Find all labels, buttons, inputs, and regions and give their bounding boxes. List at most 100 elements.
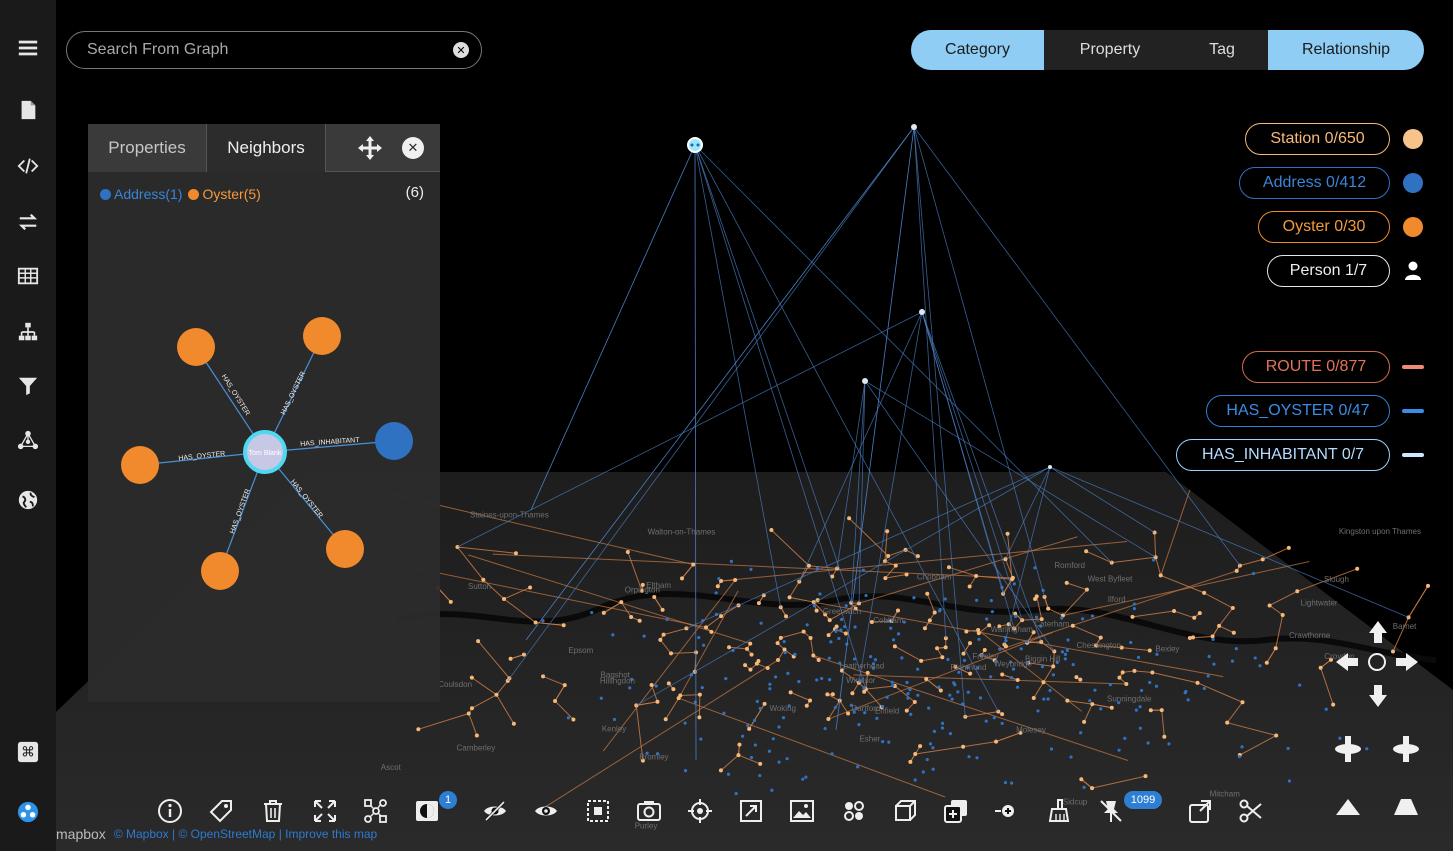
command-icon[interactable]: ⌘ [12, 736, 44, 768]
station-point[interactable] [816, 657, 821, 662]
address-point[interactable] [916, 693, 920, 697]
station-point[interactable] [469, 706, 474, 711]
cube-icon[interactable] [890, 796, 920, 826]
station-point[interactable] [893, 563, 898, 568]
address-point[interactable] [781, 716, 786, 720]
station-point[interactable] [756, 601, 761, 606]
address-point[interactable] [1066, 638, 1070, 642]
address-point[interactable] [759, 621, 763, 625]
address-point[interactable] [1117, 748, 1121, 752]
station-point[interactable] [968, 641, 973, 646]
address-point[interactable] [1042, 697, 1046, 701]
station-point[interactable] [601, 610, 606, 615]
station-point[interactable] [727, 645, 732, 650]
station-point[interactable] [655, 699, 660, 704]
station-point[interactable] [748, 641, 753, 646]
station-point[interactable] [1225, 720, 1230, 725]
info-icon[interactable] [155, 796, 185, 826]
oyster-node[interactable] [121, 446, 159, 484]
station-point[interactable] [1159, 708, 1164, 713]
address-point[interactable] [793, 652, 797, 656]
address-point[interactable] [868, 655, 873, 659]
station-point[interactable] [904, 708, 909, 713]
address-point[interactable] [1034, 615, 1039, 619]
station-point[interactable] [494, 692, 499, 697]
station-point[interactable] [736, 753, 741, 758]
address-point[interactable] [900, 656, 904, 660]
rotate-right-icon[interactable] [1393, 736, 1419, 762]
address-point[interactable] [758, 706, 762, 711]
station-point[interactable] [1217, 623, 1222, 628]
address-point[interactable] [896, 632, 901, 636]
tab-relationship[interactable]: Relationship [1268, 30, 1424, 70]
address-point[interactable] [1090, 614, 1095, 618]
station-point[interactable] [943, 645, 948, 650]
station-point[interactable] [474, 733, 479, 738]
station-point[interactable] [1172, 608, 1177, 613]
address-point[interactable] [864, 593, 868, 598]
address-point[interactable] [975, 756, 979, 760]
station-point[interactable] [513, 551, 518, 556]
station-point[interactable] [1231, 630, 1236, 635]
address-point[interactable] [724, 677, 728, 681]
address-point[interactable] [1258, 664, 1262, 668]
station-point[interactable] [561, 623, 566, 628]
address-point[interactable] [962, 658, 967, 663]
station-point[interactable] [691, 562, 696, 567]
address-point[interactable] [948, 732, 952, 736]
address-point[interactable] [697, 635, 701, 640]
station-point[interactable] [912, 699, 917, 704]
pan-up-icon[interactable] [1369, 621, 1387, 643]
station-point[interactable] [1158, 573, 1163, 578]
station-point[interactable] [1202, 590, 1207, 595]
station-point[interactable] [892, 644, 897, 649]
station-point[interactable] [784, 614, 789, 619]
address-point[interactable] [566, 716, 571, 720]
address-point[interactable] [839, 628, 843, 632]
station-point[interactable] [808, 698, 813, 703]
station-point[interactable] [1260, 557, 1265, 562]
station-point[interactable] [1117, 675, 1122, 680]
station-point[interactable] [895, 608, 900, 613]
station-point[interactable] [1005, 531, 1010, 536]
station-point[interactable] [1286, 545, 1291, 550]
summary-address[interactable]: Address(1) [100, 186, 182, 202]
address-point[interactable] [612, 717, 617, 722]
address-point[interactable] [913, 778, 917, 782]
layers-icon[interactable] [941, 796, 971, 826]
address-point[interactable] [786, 671, 790, 675]
address-point[interactable] [967, 755, 971, 759]
station-point[interactable] [758, 761, 763, 766]
pan-right-icon[interactable] [1396, 653, 1418, 671]
station-point[interactable] [744, 646, 749, 651]
oyster-node[interactable] [326, 530, 364, 568]
address-point[interactable] [628, 686, 632, 690]
address-point[interactable] [853, 625, 857, 629]
station-point[interactable] [562, 683, 567, 688]
table-icon[interactable] [12, 260, 44, 292]
summary-oyster[interactable]: Oyster(5) [188, 186, 261, 202]
address-point[interactable] [932, 729, 937, 733]
hierarchy-icon[interactable] [12, 316, 44, 348]
address-point[interactable] [906, 696, 910, 700]
station-point[interactable] [669, 651, 674, 656]
station-point[interactable] [1090, 702, 1095, 707]
station-point[interactable] [1147, 648, 1152, 653]
address-point[interactable] [912, 596, 916, 600]
hide-icon[interactable] [480, 796, 510, 826]
station-point[interactable] [1274, 733, 1279, 738]
address-point[interactable] [992, 716, 996, 720]
station-point[interactable] [1150, 670, 1155, 675]
address-point[interactable] [1079, 731, 1083, 735]
globe-icon[interactable] [12, 484, 44, 516]
station-point[interactable] [448, 599, 453, 604]
station-point[interactable] [946, 565, 951, 570]
station-point[interactable] [1230, 606, 1235, 611]
station-point[interactable] [1082, 719, 1087, 724]
address-point[interactable] [1324, 707, 1328, 711]
station-point[interactable] [787, 595, 792, 600]
address-point[interactable] [1136, 655, 1141, 659]
address-point[interactable] [940, 721, 945, 726]
address-point[interactable] [1286, 746, 1290, 751]
station-point[interactable] [1109, 705, 1114, 710]
